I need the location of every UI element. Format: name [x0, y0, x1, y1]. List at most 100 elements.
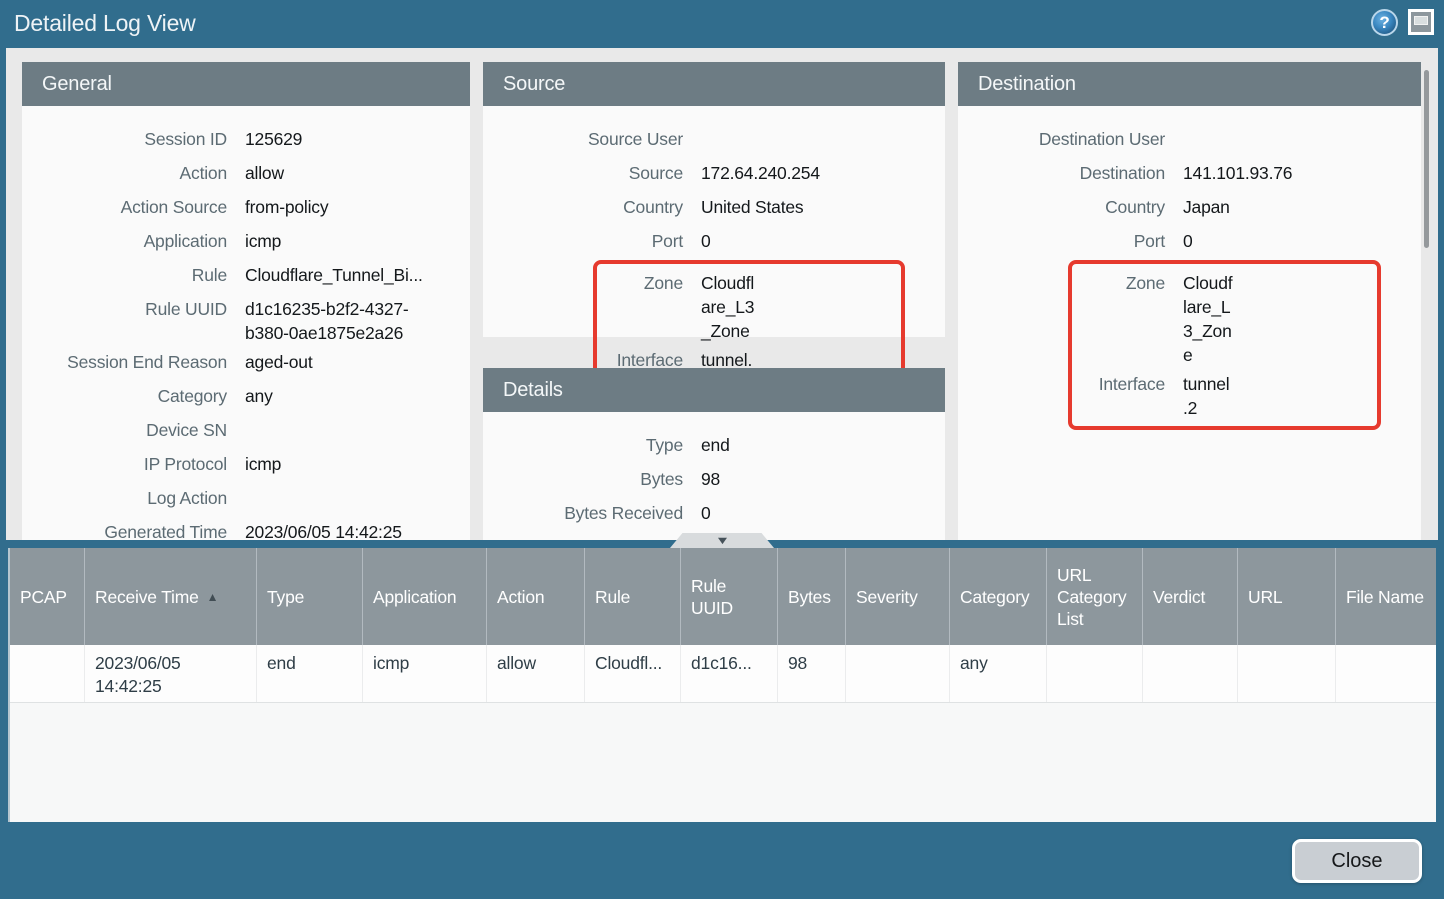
field-row-rule-uuid: Rule UUIDd1c16235-b2f2-4327-b380-0ae1875… [22, 292, 470, 345]
field-row-action: Actionallow [22, 156, 470, 190]
field-row-source: Source 172.64.240.254 [483, 156, 945, 190]
source-panel-body: Source User Source 172.64.240.254 Country Un… [483, 108, 945, 406]
field-value: 125629 [245, 127, 302, 156]
field-row-interface: Interface tunnel.2 [1078, 367, 1371, 420]
table-header-row: PCAPReceive Time▲TypeApplicationActionRu… [10, 548, 1436, 645]
field-label: IP Protocol [22, 452, 227, 481]
window-restore-glyph [1414, 16, 1428, 25]
table-cell-receive-time: 2023/06/05 14:42:25 [84, 645, 256, 702]
field-label: Port [483, 229, 683, 258]
field-row-type: Typeend [483, 428, 945, 462]
field-label: Bytes Received [483, 501, 683, 530]
vertical-scrollbar-thumb[interactable] [1424, 70, 1429, 248]
field-value: end [701, 433, 730, 462]
chevron-down-icon: ▼ [715, 536, 730, 546]
field-label: Log Action [22, 486, 227, 515]
field-label: Port [958, 229, 1165, 258]
field-row-country: Country United States [483, 190, 945, 224]
table-row[interactable]: 2023/06/05 14:42:25endicmpallowCloudfl..… [10, 645, 1436, 703]
field-value: 98 [701, 467, 720, 496]
column-header-url[interactable]: URL [1237, 548, 1335, 645]
field-label: Generated Time [22, 520, 227, 540]
help-icon[interactable]: ? [1371, 9, 1398, 36]
source-panel: Source Source UserSource172.64.240.254Co… [483, 62, 945, 337]
field-label: Source User [483, 127, 683, 156]
field-label: Application [22, 229, 227, 258]
log-entries-table: PCAPReceive Time▲TypeApplicationActionRu… [8, 548, 1436, 822]
field-label: Session ID [22, 127, 227, 156]
field-value: tunnel.2 [1183, 372, 1233, 420]
table-body: 2023/06/05 14:42:25endicmpallowCloudfl..… [10, 645, 1436, 703]
field-value: 141.101.93.76 [1183, 161, 1292, 190]
column-header-category[interactable]: Category [949, 548, 1046, 645]
collapse-table-handle[interactable]: ▼ [670, 533, 774, 548]
field-row-category: Category any [22, 379, 470, 413]
column-header-receive-time[interactable]: Receive Time ▲ [84, 548, 256, 645]
field-label: Rule [22, 263, 227, 292]
column-header-label: Receive Time [95, 586, 199, 608]
details-panel-body: TypeendBytes98Bytes Received0 [483, 414, 945, 530]
field-row-device-sn: Device SN [22, 413, 470, 447]
titlebar: Detailed Log View ? [0, 0, 1444, 48]
table-cell-verdict [1142, 645, 1237, 702]
table-cell-pcap [10, 645, 84, 702]
column-header-severity[interactable]: Severity [845, 548, 949, 645]
details-panel: Details TypeendBytes98Bytes Received0 [483, 368, 945, 540]
table-cell-file-name [1335, 645, 1436, 702]
column-header-file-name[interactable]: File Name [1335, 548, 1436, 645]
field-row-session-end-reason: Session End Reasonaged-out [22, 345, 470, 379]
field-label: Session End Reason [22, 350, 227, 379]
column-header-verdict[interactable]: Verdict [1142, 548, 1237, 645]
general-panel-body: Session ID125629ActionallowAction Source… [22, 108, 470, 540]
table-cell-type: end [256, 645, 362, 702]
field-label: Action Source [22, 195, 227, 224]
field-row-action-source: Action Sourcefrom-policy [22, 190, 470, 224]
column-header-label: File Name [1346, 586, 1424, 608]
dialog-title: Detailed Log View [14, 10, 196, 37]
field-value: icmp [245, 229, 281, 258]
field-label: Source [483, 161, 683, 190]
field-value: 0 [1183, 229, 1193, 258]
close-button[interactable]: Close [1292, 839, 1422, 883]
table-cell-url-category-list [1046, 645, 1142, 702]
table-cell-category: any [949, 645, 1046, 702]
window-restore-icon[interactable] [1408, 9, 1434, 35]
field-label: Country [483, 195, 683, 224]
field-row-destination-user: Destination User [958, 122, 1421, 156]
field-row-log-action: Log Action [22, 481, 470, 515]
field-value: 172.64.240.254 [701, 161, 820, 190]
field-value: any [245, 384, 273, 413]
general-panel: General Session ID125629ActionallowActio… [22, 62, 470, 540]
column-header-rule-uuid[interactable]: Rule UUID [680, 548, 777, 645]
field-label: Rule UUID [22, 297, 227, 345]
field-label: Interface [1078, 372, 1165, 420]
column-header-bytes[interactable]: Bytes [777, 548, 845, 645]
field-row-source-user: Source User [483, 122, 945, 156]
table-cell-rule: Cloudfl... [584, 645, 680, 702]
column-header-url-category-list[interactable]: URL Category List [1046, 548, 1142, 645]
column-header-rule[interactable]: Rule [584, 548, 680, 645]
table-cell-url [1237, 645, 1335, 702]
field-value: 2023/06/05 14:42:25 [245, 520, 402, 540]
general-panel-header: General [22, 62, 470, 106]
field-label: Destination User [958, 127, 1165, 156]
log-detail-content: General Session ID125629ActionallowActio… [6, 48, 1438, 540]
source-panel-header: Source [483, 62, 945, 106]
column-header-label: Application [373, 586, 456, 608]
field-value: Cloudflare_L3_Zone [1183, 271, 1233, 367]
field-row-bytes: Bytes98 [483, 462, 945, 496]
field-label: Category [22, 384, 227, 413]
field-row-country: CountryJapan [958, 190, 1421, 224]
field-row-zone: ZoneCloudflare_L3_Zone [1078, 266, 1371, 367]
field-value: United States [701, 195, 803, 224]
field-label: Zone [603, 271, 683, 343]
column-header-application[interactable]: Application [362, 548, 486, 645]
column-header-type[interactable]: Type [256, 548, 362, 645]
column-header-label: Bytes [788, 586, 831, 608]
table-cell-rule-uuid: d1c16... [680, 645, 777, 702]
column-header-action[interactable]: Action [486, 548, 584, 645]
sort-ascending-icon: ▲ [207, 586, 219, 608]
column-header-pcap[interactable]: PCAP [10, 548, 84, 645]
table-cell-action: allow [486, 645, 584, 702]
table-cell-severity [845, 645, 949, 702]
